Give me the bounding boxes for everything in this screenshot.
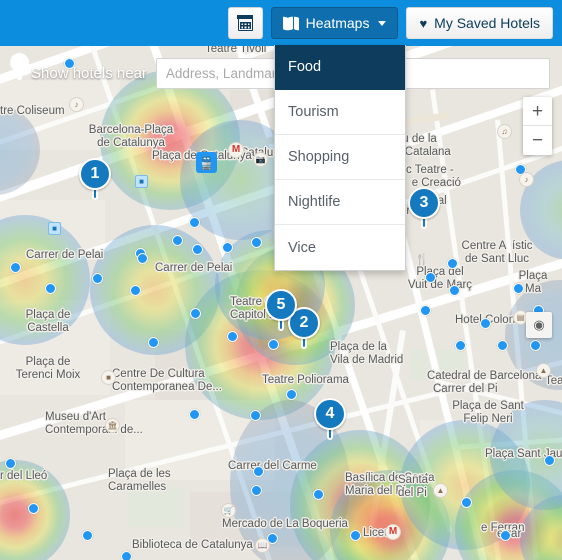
map-poi-dot[interactable] [10,262,21,273]
train-station-icon: 🚆 [196,152,217,173]
map-poi-dot[interactable] [45,283,56,294]
map-poi-dot[interactable] [227,331,238,342]
heatmaps-menu-item-shopping[interactable]: Shopping [275,135,405,180]
map-poi-dot[interactable] [121,551,132,560]
map-poi-dot[interactable] [500,530,511,541]
map-poi-dot[interactable] [253,466,264,477]
map-poi-dot[interactable] [222,242,233,253]
heatmaps-dropdown-menu[interactable]: Food Tourism Shopping Nightlife Vice [274,45,406,271]
hotel-pin-4[interactable]: 4 [314,398,346,440]
camera-icon: 📷 [253,152,268,167]
metro-icon: M [228,142,244,158]
map-poi-dot[interactable] [447,258,458,269]
cathedral-icon: ▲ [536,363,551,378]
map-poi-dot[interactable] [425,272,436,283]
calendar-button[interactable] [227,7,263,39]
museum-icon: 🏛 [105,418,120,433]
map-poi-dot[interactable] [268,339,279,350]
map-poi-dot[interactable] [82,530,93,541]
map-poi-dot[interactable] [189,409,200,420]
map-poi-dot[interactable] [286,389,297,400]
search-label: Show hotels near [31,65,147,82]
map-poi-dot[interactable] [251,485,262,496]
map-poi-dot[interactable] [530,340,541,351]
library-icon: 📖 [255,538,270,553]
chevron-down-icon [378,20,387,26]
saved-hotels-button[interactable]: ♥ My Saved Hotels [406,7,553,39]
map-poi-dot[interactable] [190,308,201,319]
map-poi-dot[interactable] [28,503,39,514]
header-actions: Heatmaps ♥ My Saved Hotels [227,7,553,39]
heatmaps-menu-item-tourism[interactable]: Tourism [275,90,405,135]
map-poi-dot[interactable] [189,217,200,228]
hotel-pin-1[interactable]: 1 [79,158,111,200]
saved-hotels-label: My Saved Hotels [434,15,540,31]
heatmaps-button-label: Heatmaps [305,15,370,31]
music-hall-icon: ♫ [497,124,512,139]
church-icon: ▲ [433,483,448,498]
map-poi-dot[interactable] [313,489,324,500]
bus-stop-icon: ■ [135,175,148,188]
map-poi-dot[interactable] [350,530,361,541]
map-poi-dot[interactable] [251,237,262,248]
calendar-icon [237,14,254,31]
map-poi-dot[interactable] [250,410,261,421]
zoom-out-button[interactable]: − [523,126,552,155]
app-header: Heatmaps ♥ My Saved Hotels [0,0,562,46]
heart-icon: ♥ [419,15,428,31]
map-poi-dot[interactable] [5,458,16,469]
map-zoom-control[interactable]: + − [523,97,552,155]
map-icon [282,16,299,30]
map-poi-dot[interactable] [130,285,141,296]
restaurant-icon: 🍴 [415,254,429,266]
theater-icon: ♪ [519,172,534,187]
heatmaps-menu-item-vice[interactable]: Vice [275,225,405,270]
locate-me-button[interactable]: ◉ [526,312,552,338]
metro-icon: M [385,524,401,540]
map-poi-dot[interactable] [92,273,103,284]
map-poi-dot[interactable] [148,337,159,348]
pin-number: 3 [408,187,440,219]
map-poi-dot[interactable] [172,235,183,246]
hotel-pin-5[interactable]: 5 [265,289,297,331]
map-poi-dot[interactable] [544,455,555,466]
map-poi-dot[interactable] [497,340,508,351]
map-poi-dot[interactable] [192,244,203,255]
pin-number: 5 [265,289,297,321]
map-poi-dot[interactable] [461,497,472,508]
pin-number: 1 [79,158,111,190]
museum-icon: ■ [101,370,116,385]
zoom-in-button[interactable]: + [523,97,552,126]
map-poi-dot[interactable] [480,318,491,329]
bus-stop-icon: ■ [48,222,61,235]
map-poi-dot[interactable] [513,283,524,294]
market-icon: 🛒 [221,503,236,518]
theater-icon: ♪ [69,97,84,112]
hotel-pin-3[interactable]: 3 [408,187,440,229]
map-poi-dot[interactable] [455,340,466,351]
map-poi-dot[interactable] [420,305,431,316]
map-poi-dot[interactable] [449,285,460,296]
heatmaps-button[interactable]: Heatmaps [270,7,399,39]
pin-number: 4 [314,398,346,430]
map-application: Teatre Tivoli tre Coliseum Barcelona-Plaça… [0,0,562,560]
heatmaps-menu-item-food[interactable]: Food [275,45,405,90]
map-poi-dot[interactable] [137,253,148,264]
heatmaps-menu-item-nightlife[interactable]: Nightlife [275,180,405,225]
